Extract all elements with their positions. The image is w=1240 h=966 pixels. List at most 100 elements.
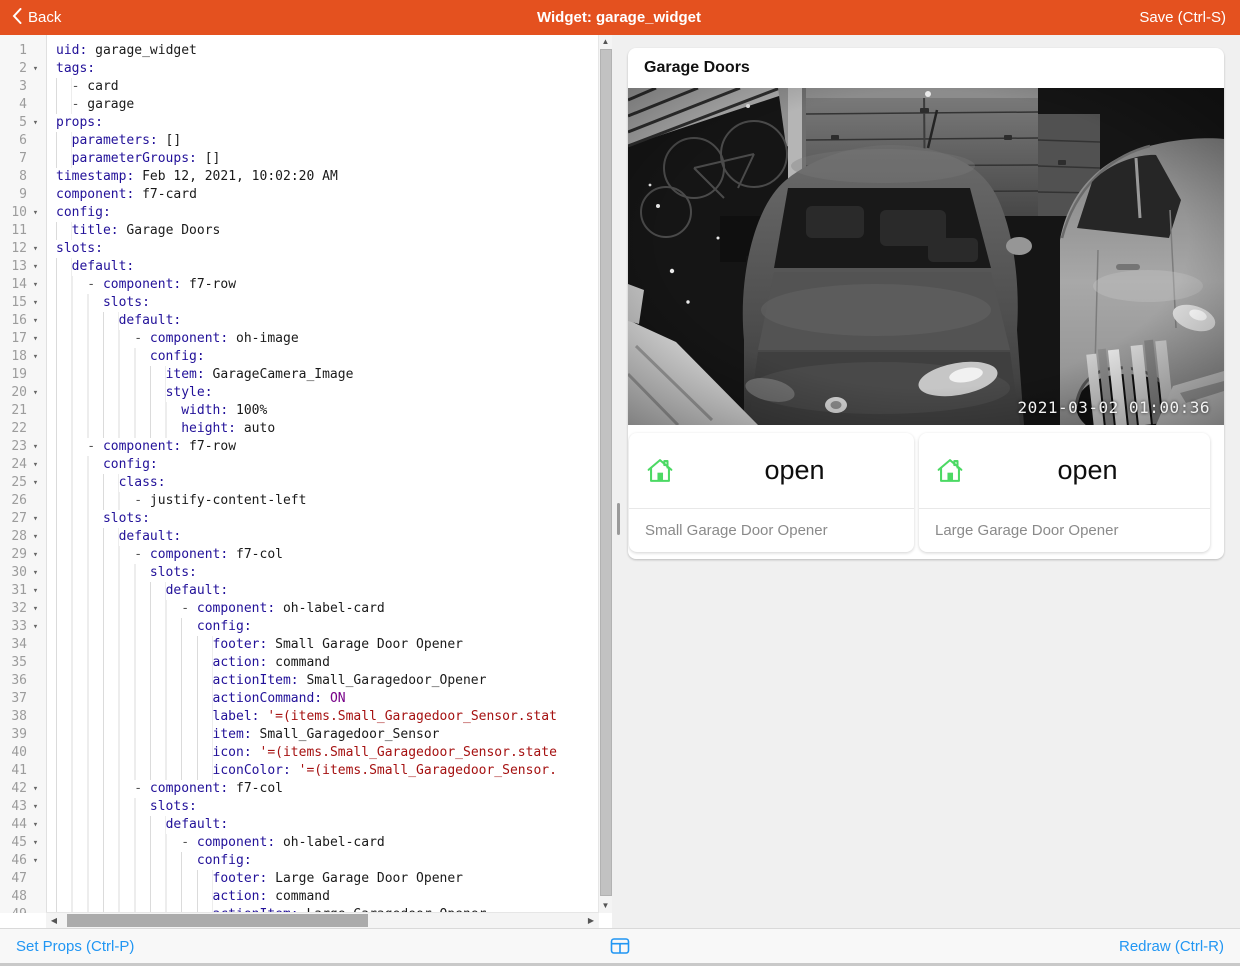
fold-arrow-icon[interactable]: ▾ (27, 798, 44, 816)
code-line[interactable]: 13▾default: (0, 258, 599, 276)
code-line[interactable]: 10▾config: (0, 204, 599, 222)
vertical-scroll-thumb[interactable] (600, 49, 612, 896)
save-button[interactable]: Save (Ctrl-S) (1006, 9, 1226, 26)
code-line[interactable]: 39item: Small_Garagedoor_Sensor (0, 726, 599, 744)
fold-arrow-icon[interactable]: ▾ (27, 528, 44, 546)
code-line[interactable]: 14▾- component: f7-row (0, 276, 599, 294)
fold-arrow-icon[interactable]: ▾ (27, 294, 44, 312)
code-line[interactable]: 42▾- component: f7-col (0, 780, 599, 798)
code-line[interactable]: 20▾style: (0, 384, 599, 402)
fold-arrow-icon[interactable]: ▾ (27, 276, 44, 294)
line-number: 36 (0, 672, 27, 690)
code-line[interactable]: 21width: 100% (0, 402, 599, 420)
fold-arrow-icon[interactable]: ▾ (27, 456, 44, 474)
fold-arrow-icon[interactable]: ▾ (27, 438, 44, 456)
code-line[interactable]: 17▾- component: oh-image (0, 330, 599, 348)
code-line[interactable]: 25▾class: (0, 474, 599, 492)
fold-arrow-icon[interactable]: ▾ (27, 510, 44, 528)
redraw-button[interactable]: Redraw (Ctrl-R) (1119, 938, 1224, 955)
horizontal-scroll-thumb[interactable] (67, 914, 368, 927)
code-line[interactable]: 35action: command (0, 654, 599, 672)
preview-scrollbar-thumb[interactable] (617, 503, 620, 535)
code-line[interactable]: 11title: Garage Doors (0, 222, 599, 240)
code-line[interactable]: 19item: GarageCamera_Image (0, 366, 599, 384)
code-line[interactable]: 29▾- component: f7-col (0, 546, 599, 564)
fold-arrow-icon[interactable]: ▾ (27, 312, 44, 330)
code-line[interactable]: 6parameters: [] (0, 132, 599, 150)
main-content: 1uid: garage_widget2▾tags:3- card4- gara… (0, 35, 1240, 928)
line-number: 7 (0, 150, 27, 168)
code-line[interactable]: 33▾config: (0, 618, 599, 636)
fold-arrow-icon[interactable]: ▾ (27, 258, 44, 276)
scroll-up-arrow-icon[interactable]: ▲ (599, 36, 612, 48)
code-line[interactable]: 28▾default: (0, 528, 599, 546)
code-line[interactable]: 8timestamp: Feb 12, 2021, 10:02:20 AM (0, 168, 599, 186)
code-line[interactable]: 46▾config: (0, 852, 599, 870)
back-button[interactable]: Back (12, 8, 232, 28)
fold-arrow-icon[interactable]: ▾ (27, 852, 44, 870)
fold-arrow-icon[interactable]: ▾ (27, 564, 44, 582)
fold-arrow-icon[interactable]: ▾ (27, 348, 44, 366)
code-line[interactable]: 26- justify-content-left (0, 492, 599, 510)
code-line[interactable]: 23▾- component: f7-row (0, 438, 599, 456)
code-line[interactable]: 47footer: Large Garage Door Opener (0, 870, 599, 888)
fold-arrow-icon[interactable]: ▾ (27, 834, 44, 852)
code-line[interactable]: 38label: '=(items.Small_Garagedoor_Senso… (0, 708, 599, 726)
code-line[interactable]: 44▾default: (0, 816, 599, 834)
fold-arrow-icon[interactable]: ▾ (27, 330, 44, 348)
code-line[interactable]: 22height: auto (0, 420, 599, 438)
fold-arrow-icon[interactable]: ▾ (27, 114, 44, 132)
code-line[interactable]: 48action: command (0, 888, 599, 906)
line-number: 26 (0, 492, 27, 510)
code-line[interactable]: 37actionCommand: ON (0, 690, 599, 708)
fold-arrow-icon[interactable]: ▾ (27, 384, 44, 402)
code-line[interactable]: 4- garage (0, 96, 599, 114)
fold-arrow-icon[interactable]: ▾ (27, 60, 44, 78)
code-line[interactable]: 5▾props: (0, 114, 599, 132)
scroll-left-arrow-icon[interactable]: ◀ (48, 913, 60, 928)
code-line[interactable]: 16▾default: (0, 312, 599, 330)
fold-arrow-icon[interactable]: ▾ (27, 204, 44, 222)
code-line[interactable]: 1uid: garage_widget (0, 42, 599, 60)
editor-horizontal-scrollbar[interactable]: ◀ ▶ (46, 912, 599, 928)
code-line[interactable]: 2▾tags: (0, 60, 599, 78)
fold-spacer (27, 402, 44, 420)
code-line[interactable]: 34footer: Small Garage Door Opener (0, 636, 599, 654)
code-line[interactable]: 18▾config: (0, 348, 599, 366)
split-view-icon[interactable] (611, 938, 630, 955)
oh-label-card[interactable]: openSmall Garage Door Opener (629, 433, 914, 552)
code-line[interactable]: 12▾slots: (0, 240, 599, 258)
fold-arrow-icon[interactable]: ▾ (27, 618, 44, 636)
code-line[interactable]: 30▾slots: (0, 564, 599, 582)
fold-arrow-icon[interactable]: ▾ (27, 240, 44, 258)
code-line[interactable]: 27▾slots: (0, 510, 599, 528)
code-line[interactable]: 7parameterGroups: [] (0, 150, 599, 168)
scroll-down-arrow-icon[interactable]: ▼ (599, 900, 612, 912)
set-props-button[interactable]: Set Props (Ctrl-P) (16, 938, 134, 955)
code-line[interactable]: 36actionItem: Small_Garagedoor_Opener (0, 672, 599, 690)
code-line[interactable]: 43▾slots: (0, 798, 599, 816)
code-line[interactable]: 31▾default: (0, 582, 599, 600)
code-line[interactable]: 3- card (0, 78, 599, 96)
code-line[interactable]: 45▾- component: oh-label-card (0, 834, 599, 852)
code-line[interactable]: 40icon: '=(items.Small_Garagedoor_Sensor… (0, 744, 599, 762)
fold-arrow-icon[interactable]: ▾ (27, 474, 44, 492)
label-card-main[interactable]: open (919, 433, 1210, 508)
label-card-main[interactable]: open (629, 433, 914, 508)
code-line[interactable]: 15▾slots: (0, 294, 599, 312)
fold-arrow-icon[interactable]: ▾ (27, 582, 44, 600)
yaml-code-editor[interactable]: 1uid: garage_widget2▾tags:3- card4- gara… (0, 35, 612, 928)
fold-arrow-icon[interactable]: ▾ (27, 546, 44, 564)
fold-spacer (27, 906, 44, 913)
code-line[interactable]: 32▾- component: oh-label-card (0, 600, 599, 618)
editor-vertical-scrollbar[interactable]: ▲ ▼ (598, 35, 612, 913)
code-line[interactable]: 9component: f7-card (0, 186, 599, 204)
fold-arrow-icon[interactable]: ▾ (27, 780, 44, 798)
code-line[interactable]: 24▾config: (0, 456, 599, 474)
scroll-right-arrow-icon[interactable]: ▶ (585, 913, 597, 928)
oh-label-card[interactable]: openLarge Garage Door Opener (919, 433, 1210, 552)
fold-arrow-icon[interactable]: ▾ (27, 816, 44, 834)
code-line[interactable]: 41iconColor: '=(items.Small_Garagedoor_S… (0, 762, 599, 780)
fold-arrow-icon[interactable]: ▾ (27, 600, 44, 618)
code-area[interactable]: 1uid: garage_widget2▾tags:3- card4- gara… (0, 35, 599, 913)
